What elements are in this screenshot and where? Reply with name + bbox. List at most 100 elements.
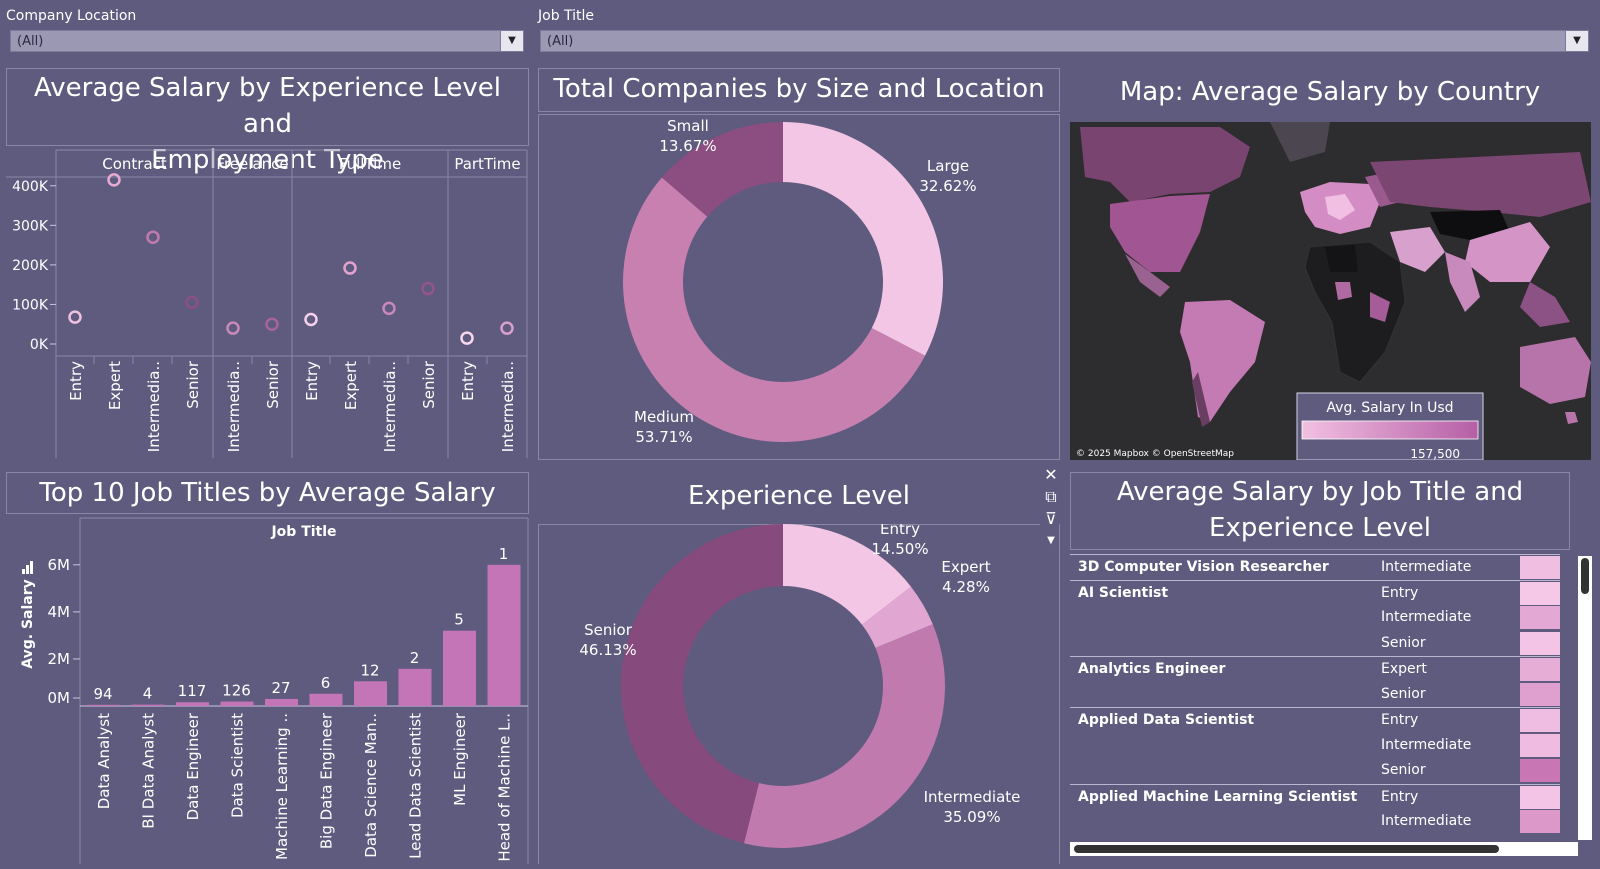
scatter-xtick: Intermedia..: [499, 361, 517, 452]
job-title-select[interactable]: (All) ▼: [540, 30, 1589, 52]
bar-label: 4: [143, 685, 153, 703]
scatter-group-label: FullTime: [339, 155, 401, 173]
donut-label-pct: 35.09%: [943, 808, 1000, 826]
table-experience-level: Entry: [1381, 712, 1419, 728]
scatter-group-label: PartTime: [454, 155, 520, 173]
scatter-point: [68, 310, 82, 324]
bar-category: Data Analyst: [95, 713, 113, 809]
bar: [176, 702, 209, 706]
bar-category: Big Data Engineer: [318, 712, 336, 849]
table-job-title: Applied Data Scientist: [1078, 712, 1255, 728]
bar-category: Head of Machine L..: [496, 713, 514, 862]
bar-label: 5: [454, 611, 464, 629]
table-row[interactable]: Intermediate: [1070, 605, 1560, 630]
scatter-xtick: Senior: [264, 360, 282, 409]
scatter-point: [460, 331, 474, 345]
scatter-point: [343, 261, 357, 275]
size-title-panel: Total Companies by Size and Location: [538, 68, 1060, 112]
table-title-line1: Average Salary by Job Title and: [1116, 477, 1524, 507]
salary-table: 3D Computer Vision Researcher Intermediat…: [1070, 554, 1592, 864]
scatter-ytick: 400K: [12, 179, 49, 195]
donut-label-name: Intermediate: [924, 788, 1021, 806]
table-salary-swatch: [1520, 556, 1560, 579]
table-row[interactable]: Applied Data Scientist Entry: [1070, 707, 1560, 733]
scatter-xtick: Expert: [106, 361, 124, 410]
bar: [309, 693, 343, 706]
chevron-down-icon[interactable]: ▼: [1565, 31, 1588, 51]
map-attribution: © 2025 Mapbox © OpenStreetMap: [1076, 449, 1234, 459]
bar-category: Machine Learning ..: [273, 713, 291, 860]
donut-label-name: Senior: [584, 621, 633, 639]
bar-category: BI Data Analyst: [140, 713, 158, 829]
scatter-xtick: Entry: [303, 361, 321, 401]
donut-label-pct: 32.62%: [919, 177, 976, 195]
table-job-title: 3D Computer Vision Researcher: [1078, 559, 1329, 575]
horizontal-scrollbar[interactable]: [1070, 842, 1578, 856]
table-row[interactable]: Senior: [1070, 631, 1560, 656]
table-experience-level: Expert: [1381, 661, 1427, 677]
scatter-xtick: Expert: [342, 361, 360, 410]
company-location-value: (All): [17, 34, 44, 49]
world-map[interactable]: © 2025 Mapbox © OpenStreetMap Avg. Salar…: [1070, 122, 1591, 460]
table-row[interactable]: Analytics Engineer Expert: [1070, 656, 1560, 682]
bar: [354, 681, 387, 706]
bar: [487, 564, 521, 706]
table-experience-level: Senior: [1381, 634, 1426, 651]
scatter-xtick: Intermedia..: [225, 361, 243, 452]
donut-label-pct: 13.67%: [659, 137, 716, 155]
scatter-xtick: Senior: [420, 360, 438, 409]
donut-label-pct: 14.50%: [871, 540, 928, 558]
horizontal-scroll-thumb[interactable]: [1074, 845, 1499, 853]
donut-slice-intermediate: [743, 624, 945, 848]
table-experience-level: Senior: [1381, 685, 1426, 702]
donut-label-pct: 4.28%: [942, 578, 990, 596]
bar-category: Data Engineer: [184, 712, 202, 820]
chevron-down-icon[interactable]: ▼: [500, 31, 523, 51]
bar-label: 117: [178, 682, 207, 700]
vertical-scroll-thumb[interactable]: [1581, 558, 1589, 594]
bar: [87, 704, 120, 706]
table-experience-level: Intermediate: [1381, 736, 1472, 753]
bar: [265, 698, 298, 706]
scatter-point: [421, 281, 435, 296]
close-icon[interactable]: ✕: [1040, 464, 1062, 486]
top-jobs-chart: Job Title Avg. Salary 94 Data Analyst 4 BI …: [20, 517, 529, 864]
table-row[interactable]: Applied Machine Learning Scientist Entry: [1070, 783, 1560, 810]
table-row[interactable]: Intermediate: [1070, 733, 1560, 758]
exp-donut-chart: Entry 14.50% Expert 4.28% Intermediate 35.09%…: [538, 524, 1060, 864]
bar-label: 12: [360, 661, 379, 679]
table-salary-swatch: [1520, 606, 1560, 629]
table-job-title: AI Scientist: [1078, 584, 1169, 601]
external-link-icon[interactable]: ⧉: [1040, 486, 1062, 508]
table-experience-level: Entry: [1381, 788, 1419, 805]
bar-ytick: 6M: [48, 556, 71, 574]
table-row[interactable]: Intermediate: [1070, 809, 1560, 834]
map-legend-gradient: [1301, 420, 1479, 440]
scatter-ytick: 200K: [12, 258, 49, 274]
table-salary-swatch: [1520, 682, 1560, 706]
bar-label: 1: [499, 545, 509, 563]
table-row[interactable]: AI Scientist Entry: [1070, 579, 1560, 606]
scatter-ytick: 300K: [12, 218, 49, 234]
table-row[interactable]: 3D Computer Vision Researcher Intermediat…: [1070, 554, 1560, 580]
scatter-xtick: Intermedia..: [145, 361, 163, 452]
donut-label-name: Large: [927, 157, 969, 175]
vertical-scrollbar[interactable]: [1578, 556, 1592, 840]
bar-label: 126: [222, 682, 251, 700]
donut-label-pct: 53.71%: [635, 428, 692, 446]
donut-label-name: Small: [667, 117, 709, 135]
scatter-group-label: Freelance: [216, 155, 288, 173]
company-location-select[interactable]: (All) ▼: [10, 30, 524, 52]
bar: [398, 668, 432, 706]
table-row[interactable]: Senior: [1070, 682, 1560, 707]
scatter-point: [304, 312, 318, 327]
scatter-point: [500, 321, 514, 335]
top-jobs-header: Job Title: [270, 524, 336, 540]
map-legend-title: Avg. Salary In Usd: [1326, 400, 1453, 416]
scatter-xtick: Intermedia..: [381, 361, 399, 452]
table-experience-level: Intermediate: [1381, 609, 1472, 625]
bar-label: 27: [271, 679, 290, 697]
job-title-label: Job Title: [538, 8, 595, 24]
table-salary-swatch: [1520, 658, 1560, 681]
table-row[interactable]: Senior: [1070, 758, 1560, 783]
